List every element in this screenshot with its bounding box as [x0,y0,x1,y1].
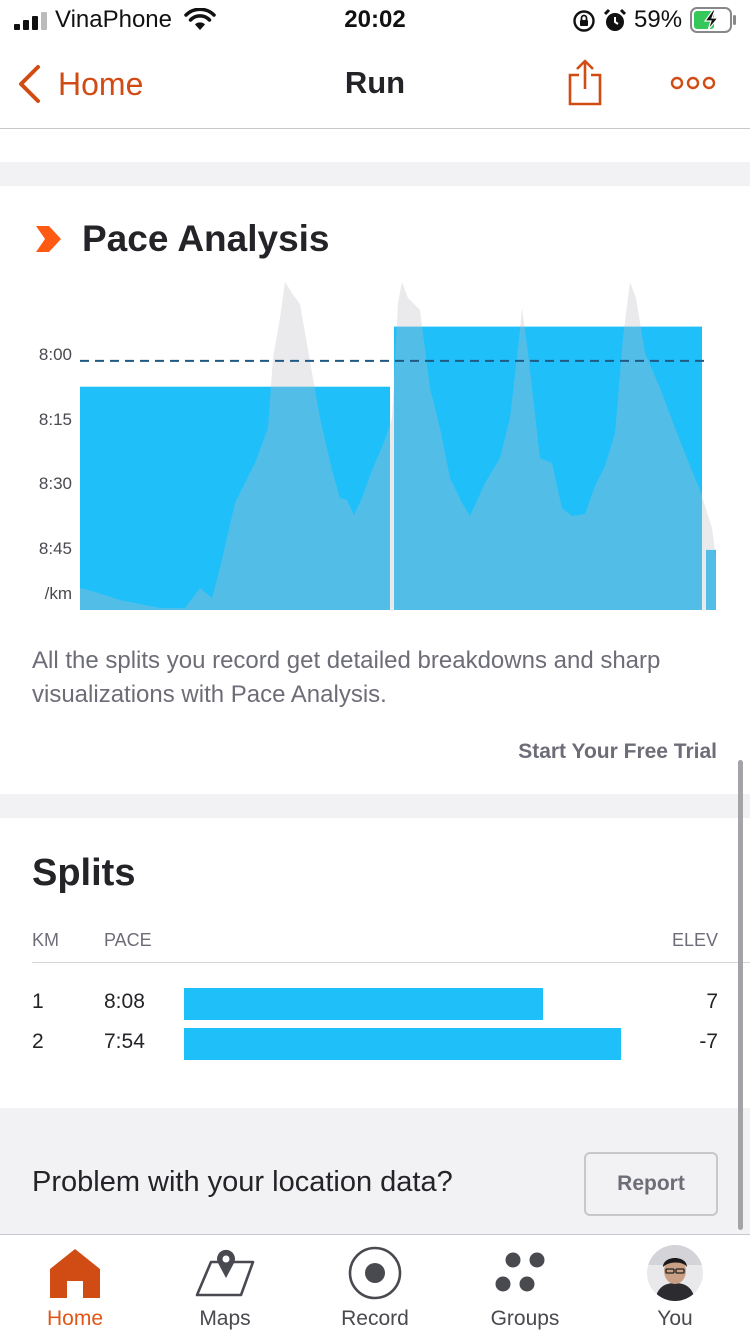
record-icon [348,1246,402,1300]
pace-analysis-header: Pace Analysis [36,218,330,260]
splits-header-divider [32,962,750,963]
section-separator [0,162,750,186]
tab-label: Groups [490,1307,560,1330]
section-separator [0,794,750,818]
tab-groups[interactable]: Groups [450,1235,600,1334]
pace-analysis-title: Pace Analysis [82,218,330,259]
tab-you[interactable]: You [600,1235,750,1334]
split-elevation: -7 [699,1030,718,1053]
splits-card: Splits KM PACE ELEV 1 8:08 7 2 7:54 -7 [0,818,750,1108]
y-axis-labels: 8:00 8:15 8:30 8:45 /km [39,345,72,603]
tab-maps[interactable]: Maps [150,1235,300,1334]
pace-analysis-chart: 8:00 8:15 8:30 8:45 /km [39,282,716,610]
page-title: Run [344,65,406,100]
report-button[interactable]: Report [584,1152,718,1216]
splits-header-km: KM [32,930,59,950]
splits-header-pace: PACE [104,930,152,950]
split-pace-bar [184,1028,621,1060]
split-row: 2 7:54 -7 [0,1028,750,1062]
split-elevation: 7 [706,990,718,1013]
premium-chevron-icon [36,226,61,252]
share-icon[interactable] [566,58,604,106]
tab-label: Home [46,1307,104,1330]
tab-label: Maps [199,1307,251,1330]
home-icon [50,1249,100,1298]
splits-title: Splits [32,852,136,894]
scrollbar[interactable] [738,760,743,1230]
y-tick-label: 8:45 [39,539,72,558]
start-free-trial-link[interactable]: Start Your Free Trial [518,740,717,764]
location-feedback: Problem with your location data? Report [0,1108,750,1234]
y-tick-label: 8:15 [39,410,72,429]
pace-analysis-description: All the splits you record get detailed b… [32,647,661,708]
location-problem-text: Problem with your location data? [32,1166,453,1198]
tab-home[interactable]: Home [0,1235,150,1334]
navigation-bar: Home Run [0,42,750,129]
split-pace-bar-track [184,1028,644,1060]
split-pace-bar [184,988,543,1020]
avatar [647,1245,703,1301]
pace-analysis-card: Pace Analysis 8:00 8:15 8:30 8:45 /km Al… [0,186,750,794]
tab-label: You [657,1307,693,1330]
split-pace-bar-track [184,988,644,1020]
y-tick-label: 8:30 [39,474,72,493]
rotation-lock-icon [573,10,595,32]
split-pace: 8:08 [104,990,145,1013]
split-km: 1 [32,990,44,1013]
y-axis-unit: /km [45,584,72,603]
split-row: 1 8:08 7 [0,988,750,1022]
tab-record[interactable]: Record [300,1235,450,1334]
battery-percent: 59% [634,6,683,33]
y-tick-label: 8:00 [39,345,72,364]
alarm-icon [603,8,627,31]
splits-header-elev: ELEV [671,930,718,950]
status-bar: VinaPhone 20:02 59% [0,0,750,42]
tab-label: Record [341,1307,409,1330]
tab-bar: Home Maps Record Groups You [0,1234,750,1334]
battery-charging-icon [690,7,736,33]
groups-icon [495,1252,545,1292]
more-options-icon[interactable] [670,76,716,90]
split-km: 2 [32,1030,44,1053]
map-icon [195,1249,255,1297]
split-pace: 7:54 [104,1030,145,1053]
